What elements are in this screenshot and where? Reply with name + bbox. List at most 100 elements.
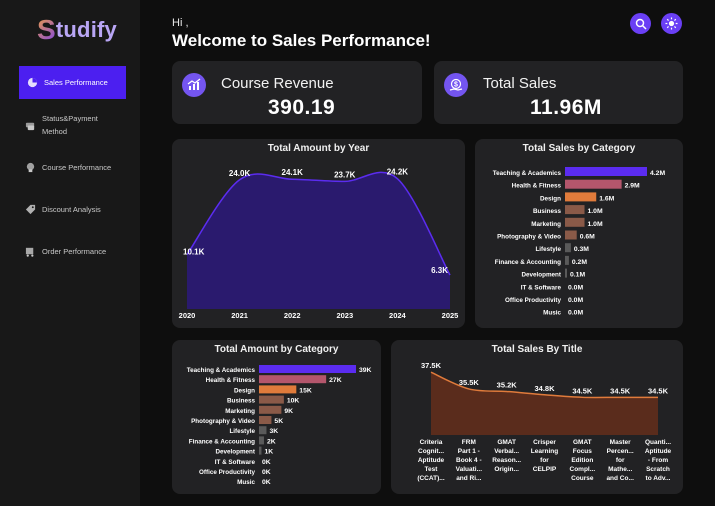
x-tick-label: Master bbox=[610, 439, 631, 446]
data-label: 37.5K bbox=[421, 361, 442, 370]
x-tick-label: CELPIP bbox=[533, 466, 557, 473]
greeting: Hi , bbox=[172, 17, 189, 29]
x-tick-label: Learning bbox=[531, 448, 558, 455]
data-label: 34.5K bbox=[610, 386, 631, 395]
kpi-card-total-sales: $ Total Sales 11.96M bbox=[434, 61, 683, 124]
x-tick-label: Origin... bbox=[494, 466, 519, 473]
logo-text: tudify bbox=[55, 17, 117, 42]
data-label: 34.5K bbox=[648, 386, 669, 395]
x-tick-label: for bbox=[540, 457, 549, 464]
x-tick-label: 2023 bbox=[336, 311, 353, 320]
data-label: 24.0K bbox=[229, 169, 251, 178]
theme-toggle-button[interactable] bbox=[661, 13, 682, 34]
kpi-value: 390.19 bbox=[268, 96, 336, 119]
x-tick-label: Part 1 - bbox=[458, 448, 480, 455]
course-icon bbox=[24, 162, 36, 174]
search-button[interactable] bbox=[630, 13, 651, 34]
x-tick-label: Aptitude bbox=[645, 448, 672, 455]
bar bbox=[565, 230, 577, 240]
category-label: Design bbox=[540, 195, 561, 202]
chart-pie-icon bbox=[26, 77, 38, 89]
category-label: Marketing bbox=[531, 221, 561, 228]
category-label: Lifestyle bbox=[535, 246, 561, 253]
x-tick-label: Aptitude bbox=[418, 457, 445, 464]
data-label: 35.5K bbox=[459, 378, 480, 387]
data-label: 0.0M bbox=[568, 284, 583, 291]
payment-icon bbox=[24, 119, 36, 131]
sidebar-item-order-performance[interactable]: Order Performance bbox=[24, 245, 130, 258]
category-label: IT & Software bbox=[521, 284, 562, 291]
bar bbox=[259, 385, 297, 394]
bar bbox=[259, 365, 356, 373]
data-label: 0.6M bbox=[580, 234, 595, 241]
x-tick-label: (CCAT)... bbox=[417, 475, 445, 482]
data-label: 3K bbox=[269, 428, 278, 435]
bar bbox=[259, 375, 327, 384]
x-tick-label: Crisper bbox=[533, 439, 556, 446]
x-tick-label: Course bbox=[571, 475, 594, 482]
kpi-value: 11.96M bbox=[530, 96, 602, 119]
page-title: Welcome to Sales Performance! bbox=[172, 31, 431, 50]
data-label: 24.1K bbox=[282, 168, 304, 177]
data-label: 0K bbox=[262, 479, 271, 486]
data-label: 24.2K bbox=[387, 168, 409, 177]
sidebar-item-course-performance[interactable]: Course Performance bbox=[24, 161, 130, 174]
data-label: 34.5K bbox=[572, 386, 593, 395]
area-chart: 37.5K Criteria Cognit... Aptitude Test (CCAT)… bbox=[417, 361, 672, 482]
app-logo[interactable]: Studify bbox=[37, 14, 117, 46]
category-label: Teaching & Academics bbox=[187, 367, 256, 374]
category-label: Finance & Accounting bbox=[189, 438, 255, 445]
category-label: Lifestyle bbox=[229, 428, 255, 435]
data-label: 23.7K bbox=[334, 170, 356, 179]
category-label: Business bbox=[533, 208, 561, 215]
category-label: Health & Fitness bbox=[512, 183, 562, 190]
x-tick-label: to Adv... bbox=[646, 475, 671, 482]
x-tick-label: Mathe... bbox=[608, 466, 632, 473]
category-label: Music bbox=[543, 310, 561, 317]
x-tick-label: Cognit... bbox=[418, 448, 444, 455]
chart-total-amount-by-category: Total Amount by Category Teaching & Acad… bbox=[172, 340, 381, 494]
data-label: 0.2M bbox=[572, 259, 587, 266]
category-label: Health & Fitness bbox=[206, 377, 256, 384]
x-tick-label: GMAT bbox=[497, 439, 516, 446]
x-tick-label: for bbox=[616, 457, 625, 464]
data-label: 0.3M bbox=[574, 246, 589, 253]
sidebar-item-status-payment[interactable]: Status&Payment Method bbox=[24, 112, 130, 138]
data-label: 1.0M bbox=[588, 208, 603, 215]
discount-icon bbox=[24, 204, 36, 216]
area-chart: 10.1K 2020 24.0K 2021 24.1K 2022 23.7K 2023 24.2… bbox=[179, 168, 459, 320]
x-tick-label: - From bbox=[648, 457, 668, 464]
x-tick-label: and Ri... bbox=[456, 475, 481, 482]
category-label: Photography & Video bbox=[191, 418, 255, 425]
revenue-chart-icon bbox=[182, 73, 206, 97]
bar bbox=[259, 416, 272, 424]
x-tick-label: Compl... bbox=[570, 466, 596, 473]
sidebar-item-discount-analysis[interactable]: Discount Analysis bbox=[24, 203, 130, 216]
bar bbox=[565, 167, 647, 176]
order-icon bbox=[24, 246, 36, 258]
data-label: 15K bbox=[299, 387, 312, 394]
sidebar-item-sales-performance[interactable]: Sales Performance bbox=[19, 66, 126, 99]
bar bbox=[565, 243, 571, 253]
kpi-label: Total Sales bbox=[483, 75, 557, 92]
x-tick-label: and Co... bbox=[606, 475, 634, 482]
data-label: 0.1M bbox=[570, 272, 585, 279]
bar bbox=[565, 192, 597, 202]
category-label: Office Productivity bbox=[199, 469, 255, 476]
x-tick-label: 2024 bbox=[389, 311, 407, 320]
data-label: 34.8K bbox=[534, 384, 555, 393]
bar-chart: Teaching & Academics 4.2M Health & Fitness… bbox=[493, 167, 665, 317]
data-label: 1.6M bbox=[599, 195, 614, 202]
x-tick-label: Valuati... bbox=[456, 466, 483, 473]
x-tick-label: 2025 bbox=[442, 311, 459, 320]
data-label: 1K bbox=[264, 449, 273, 456]
category-label: IT & Software bbox=[215, 459, 256, 466]
category-label: Marketing bbox=[225, 408, 255, 415]
data-label: 1.0M bbox=[588, 221, 603, 228]
chart-total-sales-by-title: Total Sales By Title 37.5K Criteria Cognit… bbox=[391, 340, 683, 494]
sidebar-item-label: Order Performance bbox=[42, 247, 107, 256]
x-tick-label: Test bbox=[425, 466, 439, 473]
category-label: Development bbox=[521, 272, 561, 279]
bar bbox=[565, 179, 622, 189]
data-label: 0K bbox=[262, 469, 271, 476]
